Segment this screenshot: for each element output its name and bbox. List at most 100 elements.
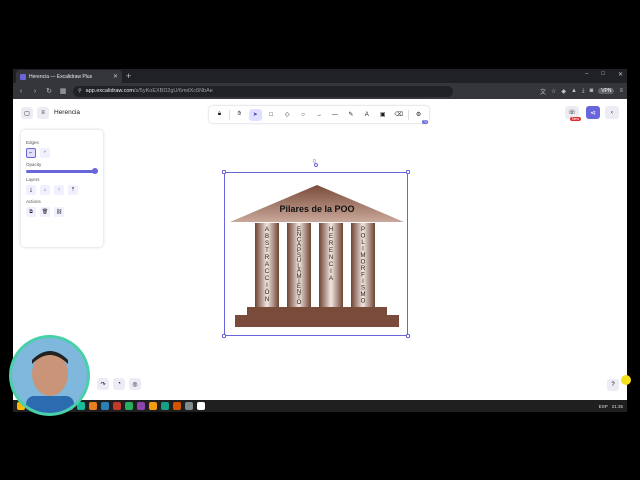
resize-handle-ne[interactable]: [406, 170, 410, 174]
tools-count-badge: 72: [422, 119, 428, 124]
clock[interactable]: 21:35: [612, 404, 623, 409]
tab-title: Herencia — Excalidraw Plus: [29, 73, 93, 80]
edges-label: Edges: [26, 140, 39, 145]
forward-arrow-icon[interactable]: ›: [31, 88, 39, 95]
presenter-face-image: [12, 338, 87, 413]
reload-icon[interactable]: ↻: [45, 87, 53, 95]
url-field[interactable]: ⚲ app.excalidraw.com/s/5yKoEXBD2gU/6mdXc…: [73, 85, 453, 97]
document-name[interactable]: Herencia: [54, 109, 80, 116]
url-host: app.excalidraw.com: [85, 88, 134, 94]
github-icon[interactable]: [197, 402, 205, 410]
tabs-grid-icon[interactable]: ▦: [59, 87, 67, 95]
download-icon[interactable]: ⤓: [582, 88, 585, 95]
system-tray: ESP 21:35: [599, 404, 623, 409]
app-icon[interactable]: [101, 402, 109, 410]
base-step-lower: [235, 315, 399, 327]
tab-bar: Herencia — Excalidraw Plus ✕ + – □ ✕: [13, 69, 627, 83]
lock-tool-icon[interactable]: 🔒︎: [213, 109, 226, 121]
camera-icon[interactable]: ◙: [590, 88, 594, 94]
rotation-handle[interactable]: [314, 163, 318, 167]
opacity-slider[interactable]: [26, 168, 98, 174]
windows-taskbar: ESP 21:35: [13, 400, 627, 412]
close-window-button[interactable]: ✕: [618, 71, 623, 78]
presentation-icon[interactable]: ◎: [129, 378, 141, 390]
app-icon[interactable]: [125, 402, 133, 410]
link-button[interactable]: ⛓︎: [54, 207, 64, 217]
window-controls: – □ ✕: [585, 71, 623, 78]
layers-label: Layers: [26, 177, 40, 182]
browser-window: Herencia — Excalidraw Plus ✕ + – □ ✕ ‹ ›…: [13, 69, 627, 412]
app-icon[interactable]: [149, 402, 157, 410]
toolbar-divider: [228, 109, 230, 120]
library-sidebar-icon[interactable]: ▢: [21, 107, 33, 119]
app-icon[interactable]: [137, 402, 145, 410]
ellipse-tool-icon[interactable]: ○: [297, 109, 310, 121]
address-bar: ‹ › ↻ ▦ ⚲ app.excalidraw.com/s/5yKoEXBD2…: [13, 83, 627, 99]
tool-toolbar: 🔒︎ ✋︎ ➤ □ ◇ ○ → — ✎ A ▣ ⌫ ⚙ 72: [209, 106, 429, 124]
minimize-button[interactable]: –: [585, 71, 588, 78]
hand-tool-icon[interactable]: ✋︎: [233, 109, 246, 121]
vpn-badge[interactable]: VPN: [598, 88, 615, 94]
selection-tool-icon[interactable]: ➤: [248, 108, 262, 121]
webcam-overlay: [9, 335, 90, 416]
opacity-label: Opacity: [26, 162, 42, 167]
new-badge: New: [570, 117, 582, 121]
redo-icon[interactable]: ↷: [97, 378, 109, 390]
eraser-tool-icon[interactable]: ⌫: [392, 109, 405, 121]
browser-tab[interactable]: Herencia — Excalidraw Plus ✕: [16, 70, 122, 83]
round-edges-button[interactable]: ◜: [40, 148, 50, 158]
column-label: POLIMORFISMO: [361, 227, 366, 305]
duplicate-button[interactable]: ⧉: [26, 207, 36, 217]
back-arrow-icon[interactable]: ‹: [17, 88, 25, 95]
main-menu-icon[interactable]: ≡: [37, 107, 49, 119]
sharp-edges-button[interactable]: ⌐: [26, 148, 36, 158]
line-tool-icon[interactable]: —: [328, 109, 341, 121]
arrow-tool-icon[interactable]: →: [313, 109, 326, 121]
image-tool-icon[interactable]: ▣: [376, 109, 389, 121]
app-icon[interactable]: [89, 402, 97, 410]
menu-icon[interactable]: ≡: [619, 88, 623, 94]
resize-handle-nw[interactable]: [222, 170, 226, 174]
opacity-slider-thumb[interactable]: [92, 168, 98, 174]
help-button[interactable]: ?: [607, 379, 619, 391]
comments-icon[interactable]: ◔: [113, 378, 125, 390]
drawing-title: Pilares de la POO: [279, 204, 354, 214]
delete-button[interactable]: 🗑︎: [40, 207, 50, 217]
bring-forward-button[interactable]: ↑: [54, 185, 64, 195]
excalidraw-favicon-icon: [20, 73, 26, 80]
url-path: /s/5yKoEXBD2gU/6mdXc6NbAe: [133, 88, 213, 94]
more-tools-icon[interactable]: ⚙ 72: [412, 109, 428, 124]
send-backward-button[interactable]: ↓: [40, 185, 50, 195]
site-info-icon[interactable]: ⚲: [78, 88, 82, 94]
app-icon[interactable]: [173, 402, 181, 410]
pillars-drawing[interactable]: Pilares de la POO A B S T R A C C I Ó NE N C A P S U L A M I…: [227, 175, 407, 335]
pencil-tool-icon[interactable]: ✎: [344, 109, 357, 121]
app-icon[interactable]: [185, 402, 193, 410]
diamond-tool-icon[interactable]: ◇: [281, 109, 294, 121]
send-to-back-button[interactable]: ⤓: [26, 185, 36, 195]
language-indicator[interactable]: ESP: [599, 404, 608, 409]
text-tool-icon[interactable]: A: [360, 109, 373, 121]
bring-to-front-button[interactable]: ⤒: [68, 185, 78, 195]
wallet-icon[interactable]: ▲: [571, 88, 577, 94]
toolbar-divider: [408, 109, 410, 120]
maximize-button[interactable]: □: [601, 71, 605, 78]
actions-label: Actions: [26, 199, 41, 204]
extensions-area: 文 ☆ ◆ ▲ ⤓ ◙ VPN ≡: [540, 87, 623, 96]
properties-panel: Edges ⌐ ◜ Opacity Layers ⤓ ↓ ↑ ⤒ Actions…: [21, 130, 103, 247]
new-tab-button[interactable]: +: [126, 70, 131, 82]
base-step-upper: [247, 307, 387, 315]
excalidraw-canvas[interactable]: ▢ ≡ Herencia 🔒︎ ✋︎ ➤ □ ◇ ○ → — ✎ A ▣ ⌫ ⚙…: [13, 99, 627, 412]
translate-icon[interactable]: 文: [540, 87, 546, 96]
rectangle-tool-icon[interactable]: □: [265, 109, 278, 121]
app-icon[interactable]: [113, 402, 121, 410]
resize-handle-sw[interactable]: [222, 334, 226, 338]
close-tab-icon[interactable]: ✕: [113, 73, 118, 80]
extension-icon[interactable]: ◆: [561, 88, 566, 95]
app-icon[interactable]: [161, 402, 169, 410]
bookmark-star-icon[interactable]: ☆: [551, 88, 556, 95]
bottom-controls: ↷ ◔ ◎: [97, 378, 141, 390]
cursor-highlight: [621, 375, 631, 385]
share-button[interactable]: ⋖: [586, 106, 600, 119]
library-button[interactable]: ‹: [605, 106, 619, 119]
